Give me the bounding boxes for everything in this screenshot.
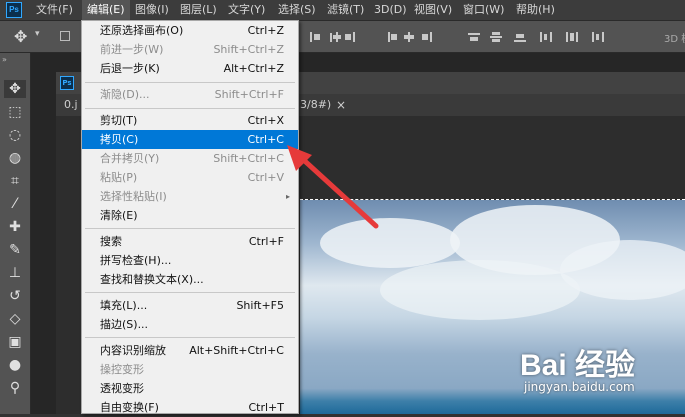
watermark-logo-text: Bai 经验 [520,349,636,382]
watermark-url: jingyan.baidu.com [524,380,635,394]
baidu-watermark: Bai 经验 jingyan.baidu.com [520,340,685,414]
